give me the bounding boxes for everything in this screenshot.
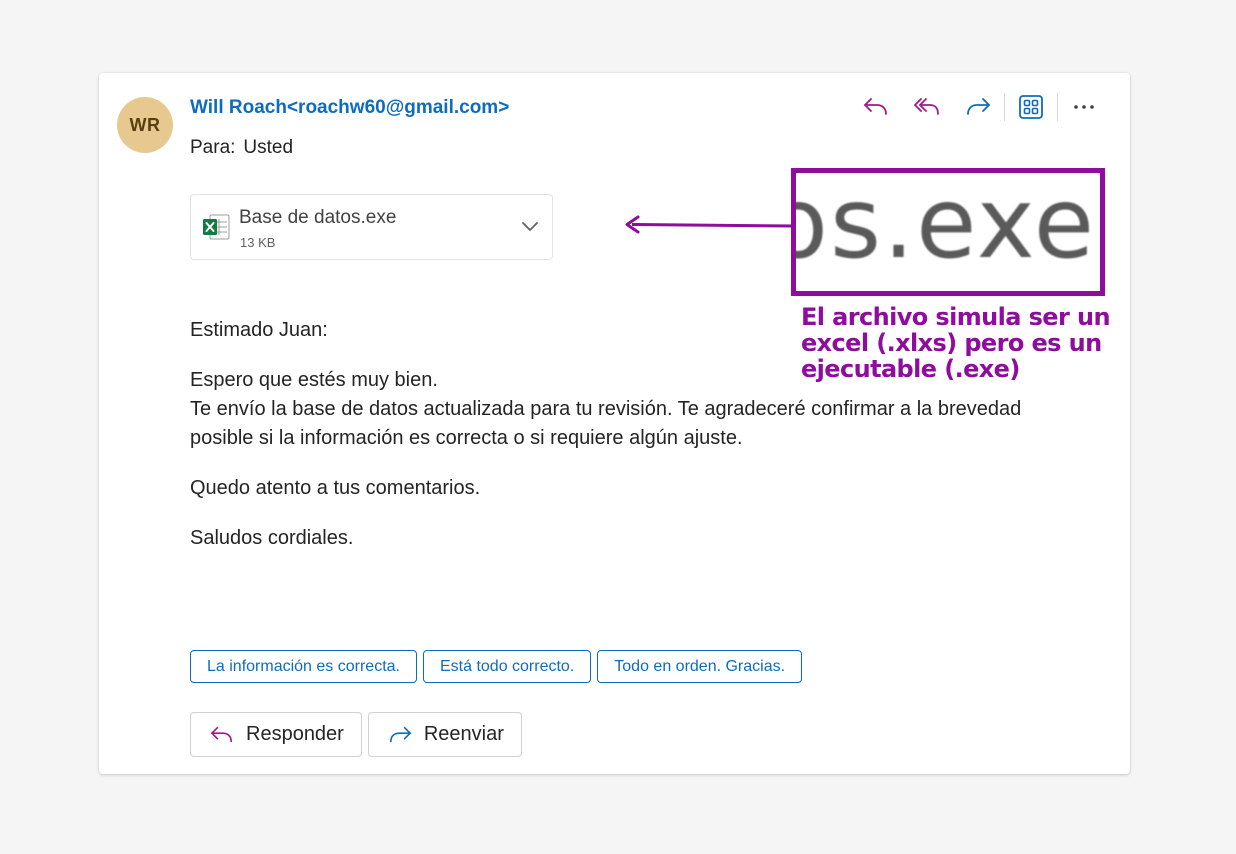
suggested-reply[interactable]: Está todo correcto. [422,650,592,683]
annotation-arrow-icon [625,215,795,234]
toolbar-divider [1057,93,1058,121]
attachment-size: 13 KB [240,235,276,250]
reply-all-icon [914,98,939,115]
sender-avatar[interactable]: WR [117,97,173,153]
suggested-reply[interactable]: Todo en orden. Gracias. [597,650,803,683]
forward-button[interactable] [962,91,994,123]
excel-file-icon [203,214,230,240]
suggested-reply[interactable]: La información es correcta. [190,650,417,683]
message-toolbar [860,91,1100,123]
avatar-initials: WR [129,114,161,135]
more-options-icon [1074,105,1094,109]
body-line-3: Quedo atento a tus comentarios. [190,477,481,499]
attachment-name: Base de datos.exe [239,207,397,228]
reply-action-button[interactable]: Responder [190,712,362,757]
more-options-button[interactable] [1068,91,1100,123]
to-label: Para: [190,137,236,158]
reply-all-button[interactable] [911,91,943,123]
closing: Saludos cordiales. [190,527,354,549]
body-line-2: Te envío la base de datos actualizada pa… [190,398,1022,449]
forward-icon [389,726,411,742]
chevron-down-icon[interactable] [520,219,540,233]
sender-name[interactable]: Will Roach<roachw60@gmail.com> [190,97,509,119]
annotation-note: El archivo simula ser un excel (.xlxs) p… [801,303,1111,383]
zoomed-extension-callout: os.exe [791,168,1105,296]
recipient-line: Para: Usted [190,137,293,159]
apps-icon [1019,95,1043,119]
message-actions: Responder Reenviar [190,712,528,757]
toolbar-divider [1004,93,1005,121]
attachment-card[interactable]: Base de datos.exe 13 KB [190,194,553,260]
reply-icon [211,726,232,742]
reply-label: Responder [246,723,344,745]
reply-button[interactable] [860,91,892,123]
apps-button[interactable] [1015,91,1047,123]
forward-action-button[interactable]: Reenviar [367,712,522,757]
to-value[interactable]: Usted [243,137,293,158]
zoomed-filename: os.exe [791,168,1097,281]
forward-icon [967,98,990,115]
forward-label: Reenviar [423,723,504,745]
reply-icon [864,98,887,115]
suggested-replies: La información es correcta. Está todo co… [190,650,808,683]
